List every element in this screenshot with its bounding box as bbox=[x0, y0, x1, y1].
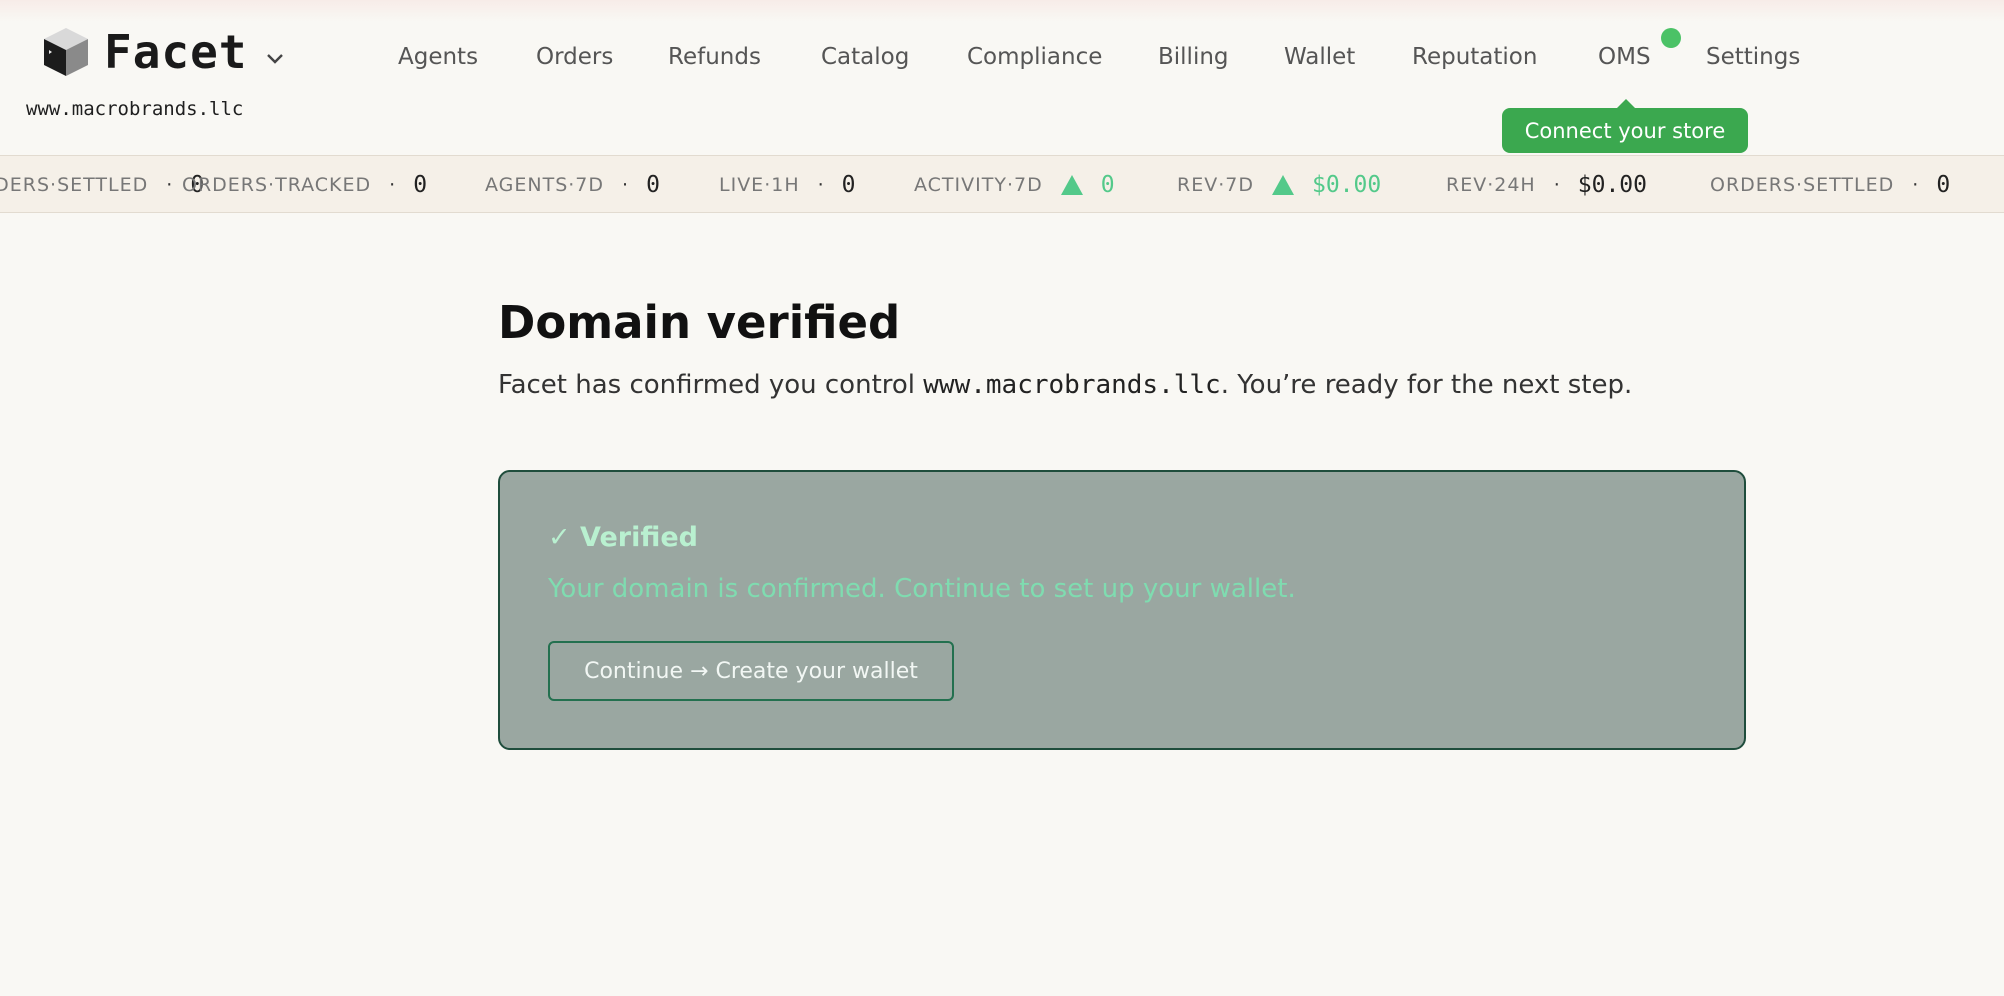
nav-item-billing[interactable]: Billing bbox=[1158, 44, 1229, 70]
ticker-item: REV·24H · $0.00 bbox=[1446, 156, 1648, 212]
ticker-separator: · bbox=[817, 174, 824, 196]
ticker-item: AGENTS·7D · 0 bbox=[485, 156, 660, 212]
ticker-value: 0 bbox=[413, 172, 428, 198]
ticker-separator: · bbox=[1912, 174, 1919, 196]
ticker-item: ORDERS·SETTLED · 0 bbox=[1710, 156, 1951, 212]
ticker-item: LIVE·1H · 0 bbox=[719, 156, 856, 212]
ticker-separator: · bbox=[389, 174, 396, 196]
page-title: Domain verified bbox=[498, 296, 901, 349]
ticker-separator: · bbox=[166, 174, 173, 196]
ticker-separator: · bbox=[622, 174, 629, 196]
subtitle-domain: www.macrobrands.llc bbox=[923, 370, 1221, 400]
ticker-label: ORDERS·TRACKED bbox=[182, 174, 372, 196]
nav-item-compliance[interactable]: Compliance bbox=[967, 44, 1102, 70]
nav-item-settings[interactable]: Settings bbox=[1706, 44, 1800, 70]
main-nav: Agents Orders Refunds Catalog Compliance… bbox=[0, 44, 2004, 84]
create-wallet-button[interactable]: Continue → Create your wallet bbox=[548, 641, 954, 701]
ticker-value: 0 bbox=[1936, 172, 1951, 198]
ticker-item: ORDERS·SETTLED · 0 bbox=[0, 156, 204, 212]
verified-status-title: ✓ Verified bbox=[548, 522, 698, 553]
nav-item-catalog[interactable]: Catalog bbox=[821, 44, 909, 70]
ticker-label: LIVE·1H bbox=[719, 174, 800, 196]
connect-store-tooltip[interactable]: Connect your store bbox=[1502, 99, 1748, 153]
ticker-value: $0.00 bbox=[1577, 172, 1648, 198]
ticker-label: ORDERS·SETTLED bbox=[1710, 174, 1895, 196]
nav-item-reputation[interactable]: Reputation bbox=[1412, 44, 1537, 70]
ticker-item: REV·7D $0.00 bbox=[1177, 156, 1382, 212]
nav-item-oms[interactable]: OMS bbox=[1598, 44, 1651, 70]
subtitle-text: Facet has confirmed you control bbox=[498, 370, 924, 400]
ticker-value: 0 bbox=[646, 172, 660, 198]
trend-up-icon bbox=[1060, 175, 1083, 195]
oms-status-dot bbox=[1661, 28, 1681, 48]
ticker-label: REV·24H bbox=[1446, 174, 1536, 196]
ticker-value: 0 bbox=[841, 172, 856, 198]
ticker-item: ACTIVITY·7D 0 bbox=[914, 156, 1115, 212]
ticker-item: ORDERS·TRACKED · 0 bbox=[182, 156, 428, 212]
verified-description: Your domain is confirmed. Continue to se… bbox=[548, 574, 1296, 604]
ticker-separator: · bbox=[1553, 174, 1560, 196]
nav-item-wallet[interactable]: Wallet bbox=[1284, 44, 1355, 70]
ticker-label: REV·7D bbox=[1177, 174, 1254, 196]
ticker-label: ORDERS·SETTLED bbox=[0, 174, 149, 196]
trend-up-icon bbox=[1271, 175, 1294, 195]
ticker-value: $0.00 bbox=[1311, 172, 1382, 198]
page-subtitle: Facet has confirmed you control www.macr… bbox=[498, 370, 1632, 400]
ticker-value: 0 bbox=[1100, 172, 1115, 198]
current-domain: www.macrobrands.llc bbox=[26, 98, 244, 120]
nav-item-agents[interactable]: Agents bbox=[398, 44, 478, 70]
ticker-label: AGENTS·7D bbox=[485, 174, 605, 196]
ticker-label: ACTIVITY·7D bbox=[914, 174, 1043, 196]
nav-item-refunds[interactable]: Refunds bbox=[668, 44, 761, 70]
metrics-ticker: ORDERS·SETTLED · 0 ORDERS·TRACKED · 0 AG… bbox=[0, 155, 2004, 213]
nav-item-orders[interactable]: Orders bbox=[536, 44, 613, 70]
subtitle-text: . You’re ready for the next step. bbox=[1220, 370, 1633, 400]
verified-card: ✓ Verified Your domain is confirmed. Con… bbox=[498, 470, 1746, 750]
top-header: Facet www.macrobrands.llc Agents Orders … bbox=[0, 0, 2004, 155]
